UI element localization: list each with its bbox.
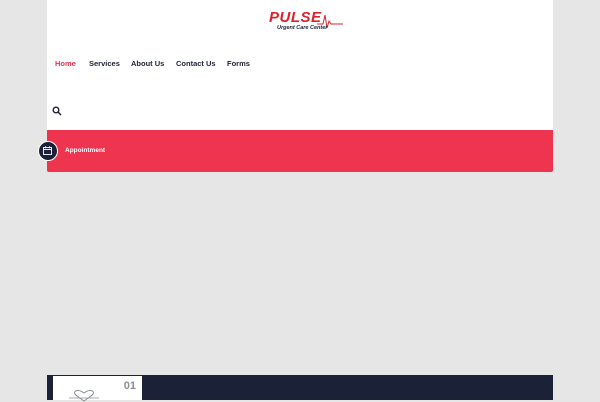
nav-item-forms[interactable]: Forms: [227, 57, 250, 71]
logo-tagline: Urgent Care Center: [277, 25, 328, 31]
pulse-logo[interactable]: PULSE Urgent Care Center: [267, 10, 343, 34]
appointment-bar: [47, 130, 553, 172]
calendar-icon[interactable]: [38, 141, 58, 161]
heart-outline-icon: [69, 390, 99, 402]
search-icon[interactable]: [52, 103, 62, 116]
nav-item-home[interactable]: Home: [55, 57, 76, 71]
site-header: PULSE Urgent Care Center Home Services A…: [47, 0, 553, 130]
nav-item-services[interactable]: Services: [89, 57, 120, 71]
feature-card-number: 01: [123, 380, 136, 392]
logo-wordmark: PULSE: [269, 9, 322, 26]
nav-item-about-us[interactable]: About Us: [131, 57, 164, 71]
feature-card[interactable]: 01: [53, 376, 142, 402]
appointment-link[interactable]: Appointment: [65, 146, 105, 156]
nav-item-contact-us[interactable]: Contact Us: [176, 57, 216, 71]
